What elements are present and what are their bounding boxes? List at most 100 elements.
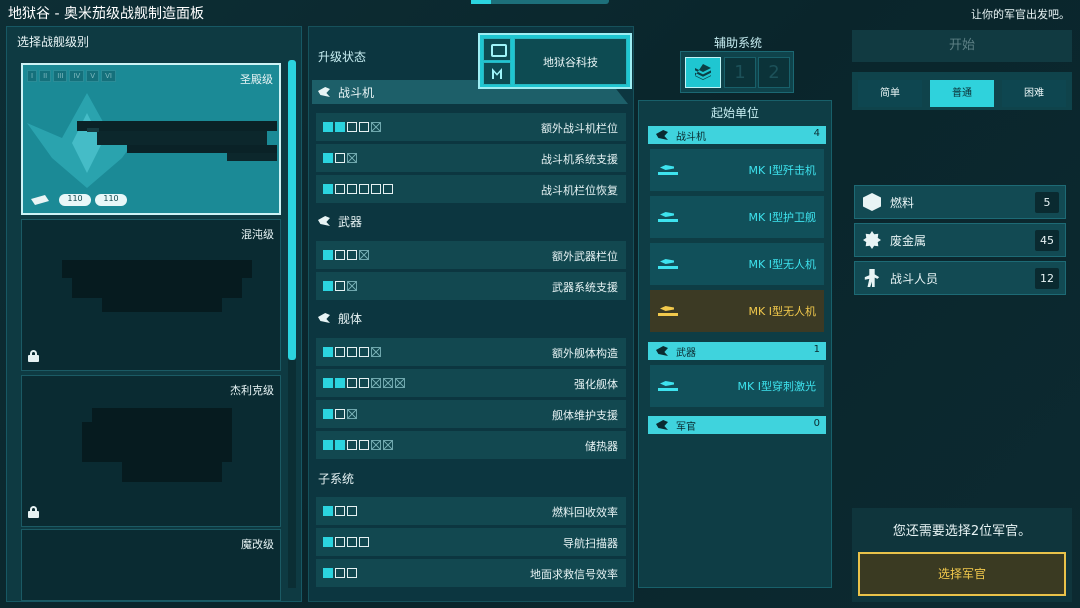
resource-scrap: 废金属 45 [854,223,1066,257]
upgrade-level-boxes [323,347,381,357]
upgrades-title: 升级状态 [318,50,367,64]
laser-icon [658,379,678,391]
level-box-empty [371,184,381,194]
escort-icon [658,210,678,222]
tech-chip-icon[interactable] [483,38,511,61]
ship-card-chaos[interactable]: 混沌级 [21,219,281,371]
lock-icon [28,350,39,362]
unit-item[interactable]: MK I型歼击机 [650,149,824,191]
upgrade-row[interactable]: 战斗机栏位恢复 [316,175,626,203]
upgrade-row[interactable]: 武器系统支援 [316,272,626,300]
top-tab-indicator [471,0,609,4]
level-box-filled [323,281,333,291]
unit-item[interactable]: MK I型穿刺激光 [650,365,824,407]
level-box-locked [347,153,357,163]
level-box-locked [371,122,381,132]
upgrade-level-boxes [323,506,357,516]
level-box-filled [323,409,333,419]
unit-group-fighters: 战斗机 4 [648,126,826,144]
upgrade-row[interactable]: 导航扫描器 [316,528,626,556]
ship-card-templar[interactable]: I II III IV V VI 圣殿级 110 110 [21,63,281,215]
category-weapons: 武器 [312,209,628,233]
unit-count: 0 [813,418,820,429]
aux-slot-2[interactable]: 2 [758,57,790,88]
fuel-icon [863,193,881,211]
level-box-locked [395,378,405,388]
hellgate-tech-panel[interactable]: 地狱谷科技 [478,33,632,89]
variant-tab-2[interactable]: II [39,70,52,82]
unit-group-officers: 军官 0 [648,416,826,434]
level-box-empty [347,250,357,260]
difficulty-hard[interactable]: 困难 [1002,80,1066,107]
ship-card-modded[interactable]: 魔改级 [21,529,281,601]
level-box-empty [347,184,357,194]
variant-tabs: I II III IV V VI [27,70,116,82]
upgrade-row[interactable]: 额外战斗机栏位 [316,113,626,141]
tech-label-box[interactable]: 地狱谷科技 [514,38,627,85]
level-box-empty [359,122,369,132]
variant-tab-5[interactable]: V [86,70,100,82]
officer-message: 您还需要选择2位军官。 [892,524,1032,539]
unit-group-weapons: 武器 1 [648,342,826,360]
upgrade-level-boxes [323,153,357,163]
resource-fuel: 燃料 5 [854,185,1066,219]
aux-slot-1[interactable]: 1 [724,57,756,88]
level-box-filled [323,506,333,516]
drone-icon [658,304,678,316]
level-box-empty [347,122,357,132]
starting-units-title: 起始单位 [710,106,759,120]
subsystems-title: 子系统 [318,472,355,486]
upgrade-row[interactable]: 储热器 [316,431,626,459]
unit-item[interactable]: MK I型护卫舰 [650,196,824,238]
window-title: 地狱谷 - 奥米茄级战舰制造面板 [8,6,204,22]
upgrade-row[interactable]: 战斗机系统支援 [316,144,626,172]
variant-tab-1[interactable]: I [27,70,38,82]
scrap-icon [863,231,881,249]
tagline: 让你的军官出发吧。 [971,8,1070,21]
ship-card-jerick[interactable]: 杰利克级 [21,375,281,527]
upgrade-level-boxes [323,281,357,291]
level-box-empty [383,184,393,194]
upgrade-row[interactable]: 燃料回收效率 [316,497,626,525]
ship-stat-badge: 110 [95,194,127,206]
upgrade-row[interactable]: 地面求救信号效率 [316,559,626,587]
level-box-filled [323,153,333,163]
upgrade-row[interactable]: 舰体维护支援 [316,400,626,428]
ammo-icon [31,195,49,205]
ship-name: 杰利克级 [230,384,274,397]
category-hull: 舰体 [312,306,628,330]
start-button[interactable]: 开始 [852,30,1072,62]
unit-item-highlighted[interactable]: MK I型无人机 [650,290,824,332]
variant-tab-6[interactable]: VI [101,70,116,82]
level-box-empty [335,184,345,194]
level-box-filled [323,347,333,357]
upgrade-row[interactable]: 额外武器栏位 [316,241,626,269]
level-box-empty [347,568,357,578]
lock-icon [28,506,39,518]
crew-icon [864,269,880,287]
hull-icon [318,313,330,323]
level-box-filled [335,122,345,132]
upgrade-level-boxes [323,537,369,547]
variant-tab-4[interactable]: IV [69,70,85,82]
ship-name: 混沌级 [241,228,274,241]
level-box-filled [323,250,333,260]
aux-systems-title: 辅助系统 [713,36,762,50]
difficulty-easy[interactable]: 简单 [858,80,922,107]
upgrade-row[interactable]: 额外舰体构造 [316,338,626,366]
upgrade-row[interactable]: 强化舰体 [316,369,626,397]
ship-list-scrollbar[interactable] [288,60,296,360]
tech-m-icon[interactable] [483,62,511,85]
unit-item[interactable]: MK I型无人机 [650,243,824,285]
upgrade-level-boxes [323,568,357,578]
interceptor-icon [658,163,678,175]
level-box-empty [347,378,357,388]
ship-list-scroll-track[interactable] [288,360,296,588]
select-officers-button[interactable]: 选择军官 [858,552,1066,596]
variant-tab-3[interactable]: III [53,70,68,82]
difficulty-normal[interactable]: 普通 [930,80,994,107]
level-box-empty [347,347,357,357]
level-box-empty [335,153,345,163]
ship-select-panel: 选择战舰级别 IIIIIIIVVVI 圣殿级 110 110 混沌级 [6,26,302,602]
aux-layers-icon[interactable] [685,57,721,88]
